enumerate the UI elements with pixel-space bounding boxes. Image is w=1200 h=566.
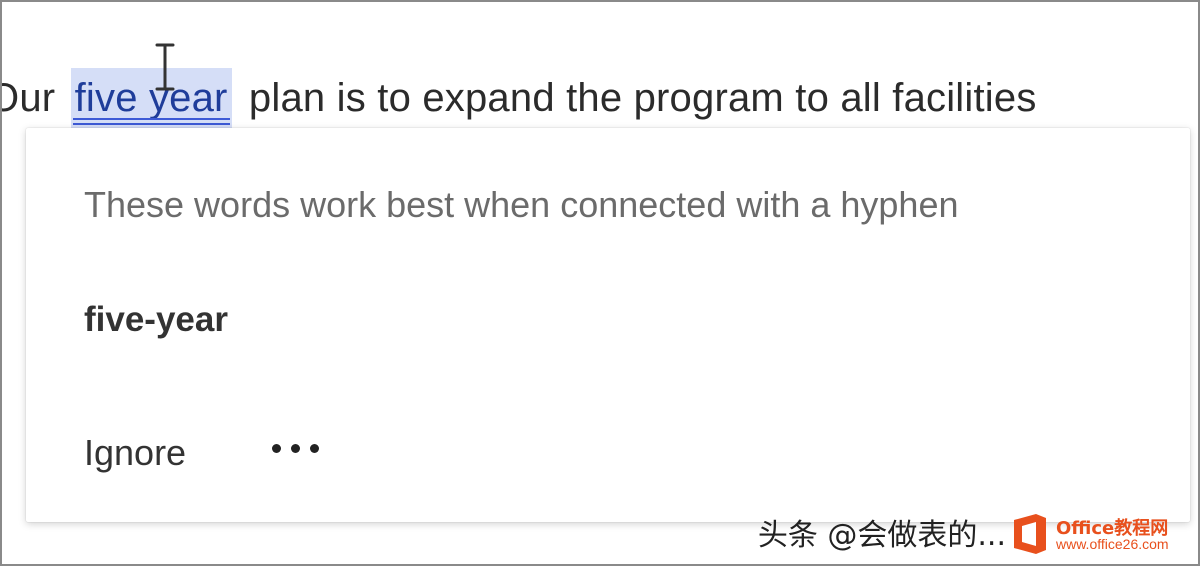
brand-logo: Office教程网 www.office26.com [1010, 512, 1190, 556]
text-cursor-icon [155, 43, 175, 91]
suggestion-description: These words work best when connected wit… [84, 184, 959, 225]
office-logo-icon [1014, 514, 1046, 554]
ellipsis-dot [291, 443, 300, 453]
ignore-button[interactable]: Ignore [84, 432, 186, 474]
accept-suggestion-button[interactable]: five-year [84, 300, 228, 340]
editor-suggestion-card: These words work best when connected wit… [26, 128, 1190, 522]
brand-url: www.office26.com [1056, 536, 1169, 552]
ellipsis-dot [272, 443, 281, 453]
editor-window: Our five year plan is to expand the prog… [0, 0, 1200, 566]
text-sentence-start: Our [2, 76, 56, 120]
ellipsis-icon[interactable] [272, 434, 332, 462]
ellipsis-dot [310, 443, 319, 453]
text-sentence-rest: plan is to expand the program to all fac… [248, 76, 1037, 120]
watermark-caption: 头条 @会做表的... [757, 518, 1006, 553]
